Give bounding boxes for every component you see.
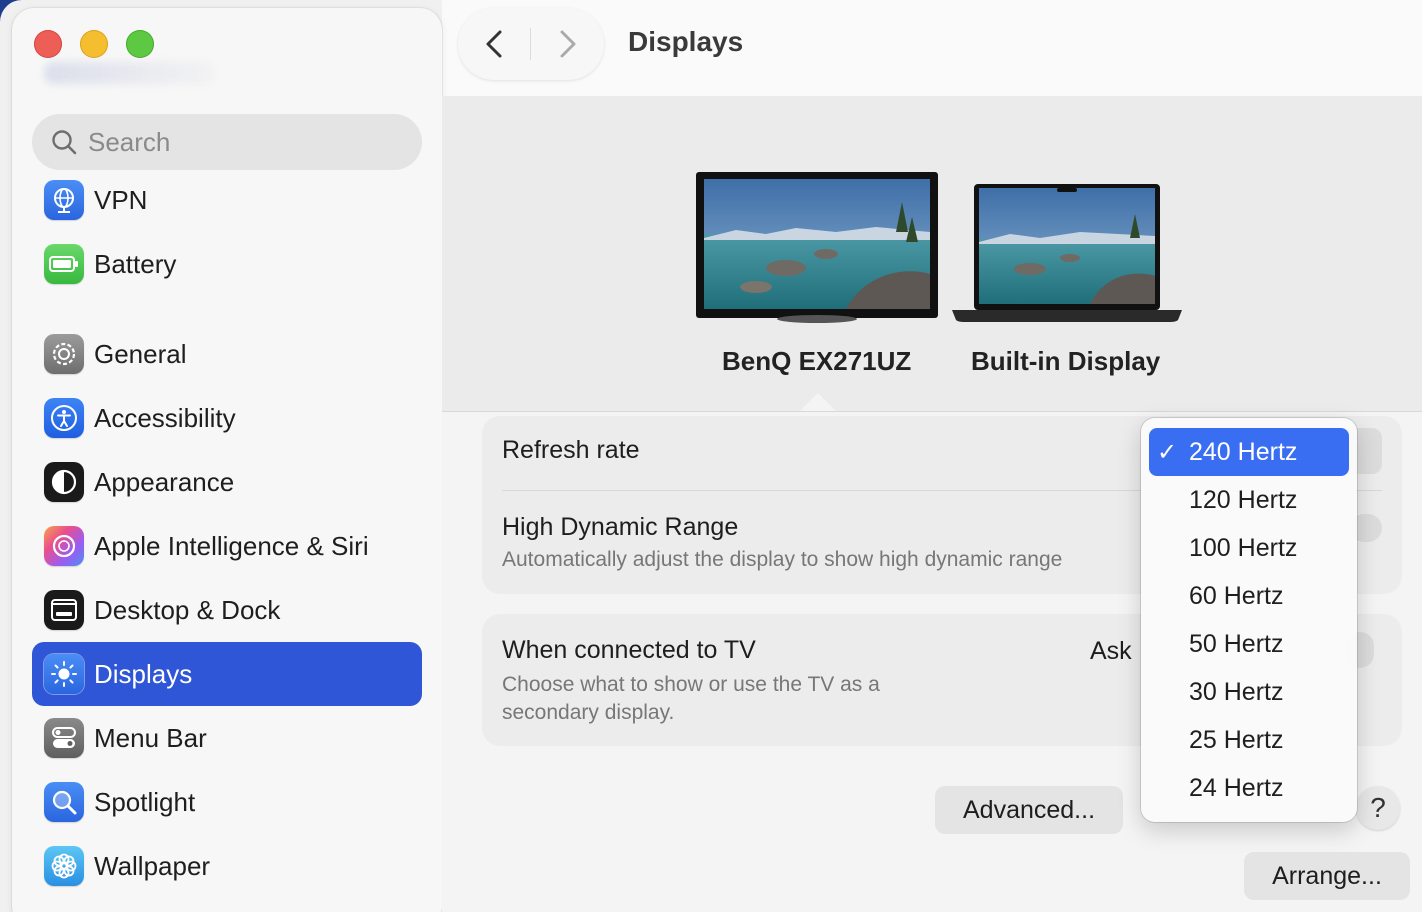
sidebar-item-label: General — [94, 338, 187, 369]
menu-item-60hz[interactable]: 60 Hertz — [1149, 572, 1349, 620]
sidebar-item-vpn[interactable]: VPN — [32, 168, 422, 232]
display-name-benq[interactable]: BenQ EX271UZ — [722, 346, 911, 377]
sidebar-item-label: Apple Intelligence & Siri — [94, 530, 369, 561]
menu-item-240hz[interactable]: ✓ 240 Hertz — [1149, 428, 1349, 476]
menu-item-120hz[interactable]: 120 Hertz — [1149, 476, 1349, 524]
sidebar-item-label: Wallpaper — [94, 850, 211, 881]
search-field[interactable]: Search — [32, 114, 422, 170]
sidebar-item-label: Battery — [94, 248, 177, 279]
settings-window: Search VPN Battery General Accessibility… — [0, 0, 1422, 912]
external-monitor-image — [696, 172, 938, 323]
sidebar-item-spotlight[interactable]: Spotlight — [32, 770, 422, 834]
checkmark-icon: ✓ — [1157, 438, 1178, 466]
menu-item-25hz[interactable]: 25 Hertz — [1149, 716, 1349, 764]
sidebar-item-menu-bar[interactable]: Menu Bar — [32, 706, 422, 770]
magnifier-icon — [44, 782, 84, 822]
dock-icon — [44, 590, 84, 630]
menu-item-label: 240 Hertz — [1189, 437, 1298, 466]
help-button[interactable]: ? — [1356, 786, 1400, 830]
sidebar-item-label: Appearance — [94, 466, 235, 497]
tv-description-line2: secondary display. — [502, 701, 675, 724]
builtin-display-image — [952, 184, 1182, 322]
sidebar-item-accessibility[interactable]: Accessibility — [32, 386, 422, 450]
flower-icon — [44, 846, 84, 886]
sidebar-item-desktop-dock[interactable]: Desktop & Dock — [32, 578, 422, 642]
sidebar-item-general[interactable]: General — [32, 322, 422, 386]
navigation-buttons — [458, 8, 604, 80]
tv-label: When connected to TV — [502, 636, 756, 664]
vpn-globe-icon — [44, 180, 84, 220]
accessibility-icon — [44, 398, 84, 438]
account-header[interactable] — [44, 62, 214, 84]
refresh-rate-menu: ✓ 240 Hertz 120 Hertz 100 Hertz 60 Hertz… — [1141, 418, 1357, 822]
sidebar-item-label: Desktop & Dock — [94, 594, 281, 625]
back-chevron-icon[interactable] — [480, 28, 510, 60]
zoom-window-button[interactable] — [126, 30, 154, 58]
sidebar-item-label: Menu Bar — [94, 722, 207, 753]
sidebar-item-label: Accessibility — [94, 402, 236, 433]
minimize-window-button[interactable] — [80, 30, 108, 58]
hdr-label: High Dynamic Range — [502, 513, 739, 541]
advanced-button[interactable]: Advanced... — [935, 786, 1123, 834]
tv-value[interactable]: Ask — [1090, 637, 1132, 666]
page-title: Displays — [628, 26, 744, 57]
menu-item-50hz[interactable]: 50 Hertz — [1149, 620, 1349, 668]
sidebar-item-apple-intelligence-siri[interactable]: Apple Intelligence & Siri — [32, 514, 422, 578]
tv-description-line1: Choose what to show or use the TV as a — [502, 673, 880, 696]
sidebar-item-appearance[interactable]: Appearance — [32, 450, 422, 514]
gear-icon — [44, 334, 84, 374]
search-icon — [52, 130, 77, 155]
battery-icon — [44, 244, 84, 284]
selected-display-pointer — [800, 393, 836, 411]
menu-item-30hz[interactable]: 30 Hertz — [1149, 668, 1349, 716]
sidebar-item-displays[interactable]: Displays — [32, 642, 422, 706]
refresh-rate-label: Refresh rate — [502, 436, 640, 464]
display-name-builtin[interactable]: Built-in Display — [971, 346, 1160, 377]
laptop-thumbnail[interactable] — [950, 184, 1184, 326]
sun-icon — [44, 654, 84, 694]
siri-icon — [44, 526, 84, 566]
menu-item-24hz[interactable]: 24 Hertz — [1149, 764, 1349, 812]
sidebar-item-wallpaper[interactable]: Wallpaper — [32, 834, 422, 898]
monitor-thumbnail[interactable] — [696, 172, 938, 324]
menu-bar-icon — [44, 718, 84, 758]
nav-separator — [530, 28, 531, 60]
menu-item-100hz[interactable]: 100 Hertz — [1149, 524, 1349, 572]
forward-chevron-icon[interactable] — [552, 28, 582, 60]
hdr-description: Automatically adjust the display to show… — [502, 548, 1063, 571]
sidebar-item-label: Displays — [94, 658, 193, 689]
search-placeholder: Search — [88, 126, 171, 157]
sidebar-item-label: Spotlight — [94, 786, 196, 817]
sidebar-item-battery[interactable]: Battery — [32, 232, 422, 296]
appearance-icon — [44, 462, 84, 502]
sidebar-item-label: VPN — [94, 184, 148, 215]
arrange-button[interactable]: Arrange... — [1244, 852, 1410, 900]
close-window-button[interactable] — [34, 30, 62, 58]
